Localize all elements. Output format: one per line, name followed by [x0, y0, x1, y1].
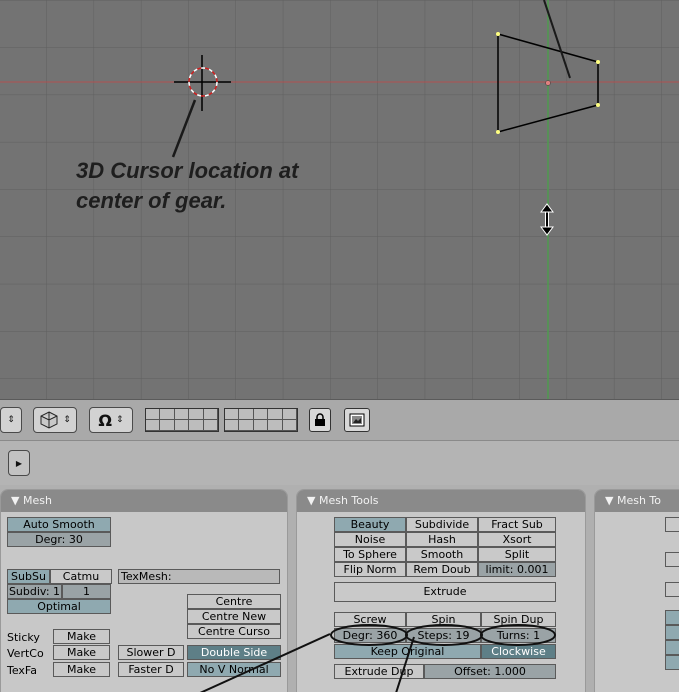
cursor-caption-line2: center of gear.: [76, 188, 226, 213]
3d-viewport[interactable]: 3D Cursor location at center of gear.: [0, 0, 679, 399]
cursor-caption-line1: 3D Cursor location at: [76, 158, 300, 183]
buttons-window: ▶ ▼ Mesh Auto Smooth Degr: 30 SubSu Catm…: [0, 440, 679, 692]
menu-arrows-icon: ⇕: [116, 415, 124, 425]
render-button[interactable]: [344, 408, 370, 432]
cube-icon: [40, 411, 58, 429]
layers-grid-2[interactable]: [224, 408, 298, 432]
menu-arrows-icon: ⇕: [63, 415, 71, 425]
3d-view-header: ⇕ ⇕ Ω ⇕: [0, 399, 679, 440]
lock-icon: [315, 413, 325, 426]
layer-lock-button[interactable]: [309, 408, 331, 432]
draw-type-menu[interactable]: ⇕: [33, 407, 77, 433]
render-image-icon: [349, 413, 365, 427]
layers-grid-1[interactable]: [145, 408, 219, 432]
pivot-menu[interactable]: Ω ⇕: [89, 407, 133, 433]
viewport-canvas: 3D Cursor location at center of gear.: [0, 0, 679, 399]
omega-icon: Ω: [98, 410, 113, 430]
blender-window: 3D Cursor location at center of gear. ⇕ …: [0, 0, 679, 692]
bottom-annotation-lines: [199, 633, 415, 692]
mode-menu-button[interactable]: ⇕: [0, 407, 22, 433]
menu-arrows-icon: ⇕: [7, 415, 15, 425]
